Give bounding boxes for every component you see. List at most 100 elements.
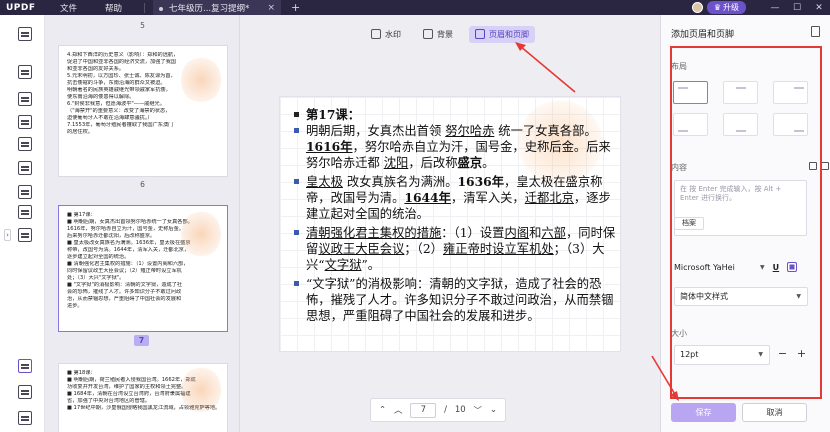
layout-top-right[interactable] (773, 81, 808, 104)
size-decrease-button[interactable]: − (774, 345, 791, 365)
page-5-thumbnail[interactable]: 4.郑和下西洋的历史意义（影响）：郑和的远航， 促进了中国和亚非各国的经济交流，… (58, 45, 228, 177)
ocr-icon[interactable] (18, 161, 32, 175)
thumbnail-panel: 5 4.郑和下西洋的历史意义（影响）：郑和的远航， 促进了中国和亚非各国的经济交… (45, 15, 240, 432)
avatar[interactable] (691, 2, 703, 13)
watermark-icon (371, 29, 381, 39)
watermark-decoration (181, 210, 221, 258)
page-number-icon[interactable] (821, 162, 829, 170)
paragraph-1: 明朝后期，女真杰出首领 努尔哈赤 统一了女真各部。1616年，努尔哈赤自立为汗，… (294, 123, 616, 171)
page-number-input[interactable]: 7 (410, 402, 437, 418)
thumb-line: 迫使葡萄牙人不敢在沿海肆意骚扰。） (67, 115, 153, 121)
thumb-line: （"海禁开"的重要意义：改变了海禁的状态， (67, 108, 171, 114)
close-window-icon[interactable]: ✕ (808, 3, 830, 13)
layout-top-center[interactable] (723, 81, 758, 104)
organize-icon[interactable] (18, 137, 32, 151)
reader-icon[interactable] (18, 27, 32, 41)
header-footer-icon (475, 29, 485, 39)
minimize-icon[interactable]: — (764, 3, 786, 13)
title-separator (144, 2, 146, 13)
layout-bottom-center[interactable] (723, 113, 758, 136)
underline-button[interactable]: U (773, 263, 780, 272)
attachment-icon[interactable] (18, 411, 32, 425)
thumb-line: 的居住权。 (67, 129, 93, 135)
page-5-label: 5 (140, 21, 145, 30)
thumb-line: 进步。 (67, 303, 83, 309)
crop-icon[interactable] (18, 205, 32, 219)
chevron-down-icon[interactable]: ▼ (760, 264, 765, 271)
content-placeholder: 按 Enter 完成输入，按 Alt + Enter 进行换行。 (680, 185, 782, 202)
collapse-sidebar-icon[interactable]: › (4, 229, 11, 241)
layout-label: 布局 (671, 62, 687, 71)
page-content: 第17课： 明朝后期，女真杰出首领 努尔哈赤 统一了女真各部。1616年，努尔哈… (294, 107, 616, 324)
layout-bottom-right[interactable] (773, 113, 808, 136)
edit-icon[interactable] (18, 92, 32, 106)
left-tool-bar (0, 15, 45, 432)
new-tab-icon[interactable]: + (291, 1, 300, 14)
paragraph-2: 皇太极 改女真族名为满洲。1636年，皇太极在盛京称帝，改国号为清。1644年，… (294, 174, 616, 222)
tab-dot-icon (159, 6, 164, 11)
watermark-decoration (181, 366, 221, 414)
page-6-thumbnail[interactable]: ■ 第17课： ■ 明朝后期，女真杰出首领努尔哈赤统一了女真各部。 1616年，… (58, 205, 228, 332)
thumb-line: ■ "文字狱"的消极影响：清朝的文字狱，造成了社 (67, 282, 183, 288)
page-tools-icon[interactable] (18, 228, 32, 242)
first-page-icon[interactable]: ⌃ (379, 405, 386, 415)
size-increase-button[interactable]: + (793, 345, 810, 365)
save-button[interactable]: 保存 (671, 403, 736, 422)
prev-page-icon[interactable]: ︿ (394, 404, 403, 416)
content-prefix: 在 (680, 185, 687, 193)
template-icon[interactable] (811, 26, 820, 37)
lesson-heading: 第17课： (294, 107, 616, 123)
page-navigator: ⌃ ︿ 7 / 10 ﹀ ⌄ (370, 398, 506, 422)
thumb-line: 处；（3）大兴"文字狱"。 (67, 275, 125, 281)
app-logo: UPDF (6, 2, 36, 13)
background-button[interactable]: 背景 (417, 26, 459, 43)
chevron-down-icon: ▼ (758, 351, 763, 358)
upgrade-button[interactable]: ♛ 升级 (706, 1, 746, 14)
cancel-button[interactable]: 取消 (742, 403, 807, 422)
menu-file[interactable]: 文件 (46, 2, 91, 14)
thumb-line: 治，从而禁锢思想，严重阻碍了中国社会的发展和 (67, 296, 182, 302)
text-style-select[interactable]: 简体中文样式 ▼ (674, 287, 808, 306)
thumb-line: 同时保留议政王大臣会议；（2）雍正帝时设立军机 (67, 268, 182, 274)
document-toolbar: 水印 背景 页眉和页脚 (240, 15, 660, 53)
page-total: 10 (454, 405, 466, 415)
thumb-line: 会的恐怖，摧残了人才。许多知识分子不敢过问政 (67, 289, 182, 295)
layers-icon[interactable] (18, 359, 32, 373)
chevron-down-icon: ▼ (796, 293, 801, 300)
content-label: 内容 (671, 163, 687, 172)
panel-title: 添加页眉和页脚 (671, 30, 735, 40)
bookmark-icon[interactable] (18, 385, 32, 399)
page-separator: / (444, 405, 447, 415)
title-bar: UPDF 文件 帮助 七年级历...复习提纲* × + ♛ 升级 — ☐ ✕ (0, 0, 830, 15)
layout-top-left[interactable] (673, 81, 708, 104)
file-name-button[interactable]: 档案 (674, 217, 704, 230)
paragraph-4: “文字狱”的消极影响：清朝的文字狱，造成了社会的恐怖，摧残了人才。许多知识分子不… (294, 276, 616, 324)
page-7-thumbnail[interactable]: ■ 第18课： ■ 明朝后期，荷兰殖民者入侵我国台湾。1662年，郑成 功收复并… (58, 363, 228, 432)
next-page-icon[interactable]: ﹀ (473, 404, 482, 416)
last-page-icon[interactable]: ⌄ (490, 405, 497, 415)
header-footer-button[interactable]: 页眉和页脚 (469, 25, 535, 43)
protect-icon[interactable] (18, 185, 32, 199)
thumb-line: 7.1553年，葡萄牙殖民者攫取了我国广东澳门 (67, 122, 174, 128)
font-color-swatch[interactable] (787, 262, 798, 272)
tab-close-icon[interactable]: × (267, 3, 275, 13)
font-size-select[interactable]: 12pt ▼ (674, 345, 770, 365)
font-row: Microsoft YaHei ▼ U (674, 258, 808, 276)
layout-bottom-left[interactable] (673, 113, 708, 136)
document-tab[interactable]: 七年级历...复习提纲* × (153, 0, 282, 15)
page-6-label: 6 (140, 180, 145, 189)
font-family-select[interactable]: Microsoft YaHei (674, 263, 760, 272)
crown-icon: ♛ (713, 3, 721, 12)
comment-icon[interactable] (18, 65, 32, 79)
form-icon[interactable] (18, 115, 32, 129)
menu-help[interactable]: 帮助 (91, 2, 136, 14)
paragraph-3: 清朝强化君主集权的措施：（1）设置内阁和六部，同时保留议政王大臣会议；（2）雍正… (294, 225, 616, 273)
watermark-decoration (181, 56, 221, 104)
thumb-line: ■ 清朝强化君主集权的措施：（1）设置内阁和六部， (67, 261, 189, 267)
date-icon[interactable] (809, 162, 817, 170)
maximize-icon[interactable]: ☐ (786, 3, 808, 13)
page-7-label: 7 (134, 335, 149, 346)
background-icon (423, 29, 433, 39)
watermark-button[interactable]: 水印 (365, 26, 407, 43)
document-page[interactable]: 第17课： 明朝后期，女真杰出首领 努尔哈赤 统一了女真各部。1616年，努尔哈… (280, 97, 620, 351)
